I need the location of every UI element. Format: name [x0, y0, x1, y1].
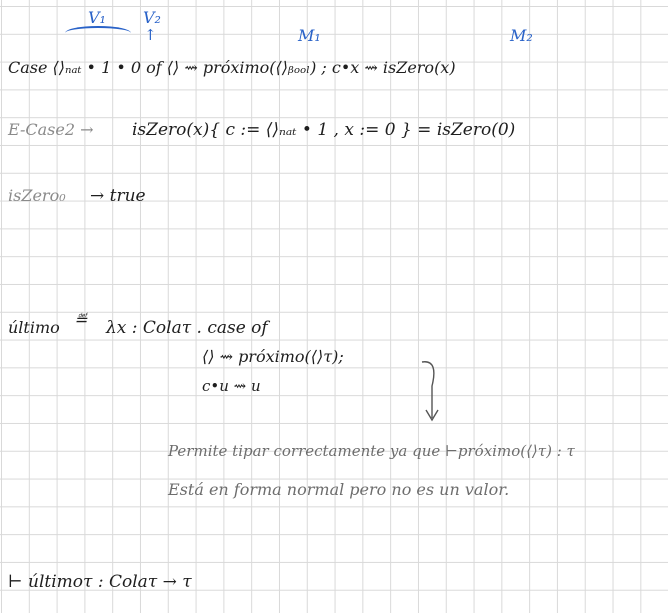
- arrow-down-icon: [421, 361, 439, 422]
- ultimo-def-body: λx : Cola𝜏 . case of: [106, 318, 268, 338]
- annotation-v2: V₂: [143, 8, 161, 27]
- v1-underbrace: [65, 26, 131, 40]
- iszero-result: → true: [90, 186, 146, 206]
- ecase-reduction: isZero(x){ c := ⟨⟩ₙₐₜ • 1 , x := 0 } = i…: [132, 120, 516, 140]
- case-cons-branch: c•u ⇝ u: [202, 377, 261, 395]
- note-typing: Permite tipar correctamente ya que ⊢próx…: [168, 442, 575, 460]
- note-normal-form: Está en forma normal pero no es un valor…: [168, 480, 510, 499]
- annotation-v1: V₁: [88, 8, 106, 27]
- typing-judgement: ⊢ último𝜏 : Cola𝜏 → 𝜏: [8, 572, 192, 592]
- ultimo-def-eq: ≝: [74, 310, 88, 329]
- case-expression: Case ⟨⟩ₙₐₜ • 1 • 0 of ⟨⟩ ⇝ próximo(⟨⟩ᵦₒₒ…: [8, 58, 456, 77]
- ultimo-def-label: último: [8, 318, 60, 337]
- annotation-m2: M₂: [510, 26, 533, 45]
- iszero-rule-label: isZero₀: [8, 186, 66, 205]
- case-empty-branch: ⟨⟩ ⇝ próximo(⟨⟩𝜏);: [202, 347, 344, 366]
- arrow-up-icon: ↑: [144, 26, 157, 44]
- annotation-m1: M₁: [298, 26, 321, 45]
- ecase-rule-label: E-Case2 →: [8, 120, 94, 139]
